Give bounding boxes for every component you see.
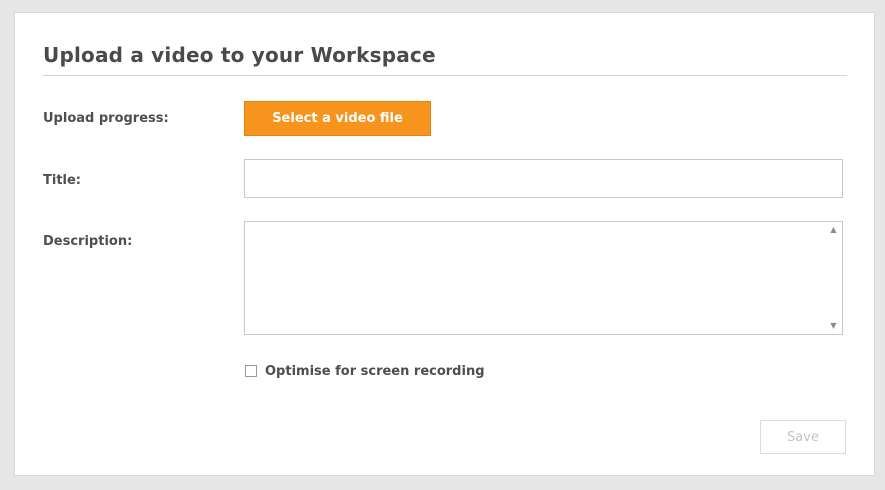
title-label: Title:	[43, 173, 82, 188]
optimise-checkbox-row[interactable]: Optimise for screen recording	[245, 362, 485, 380]
description-field: ▲ ▼	[244, 221, 843, 335]
scroll-down-arrow-icon[interactable]: ▼	[825, 318, 842, 334]
description-scrollbar[interactable]: ▲ ▼	[825, 222, 842, 334]
upload-video-panel: Upload a video to your Workspace Upload …	[14, 12, 875, 476]
select-video-file-button[interactable]: Select a video file	[244, 101, 431, 136]
save-button[interactable]: Save	[760, 420, 846, 454]
heading-divider	[43, 75, 847, 76]
scroll-up-arrow-icon[interactable]: ▲	[825, 222, 842, 238]
page-title: Upload a video to your Workspace	[43, 43, 436, 67]
title-input[interactable]	[244, 159, 843, 198]
optimise-checkbox-label[interactable]: Optimise for screen recording	[265, 364, 485, 379]
description-label: Description:	[43, 234, 133, 249]
checkbox-unchecked-icon[interactable]	[245, 365, 257, 377]
upload-progress-label: Upload progress:	[43, 111, 169, 126]
description-textarea[interactable]	[245, 222, 825, 334]
